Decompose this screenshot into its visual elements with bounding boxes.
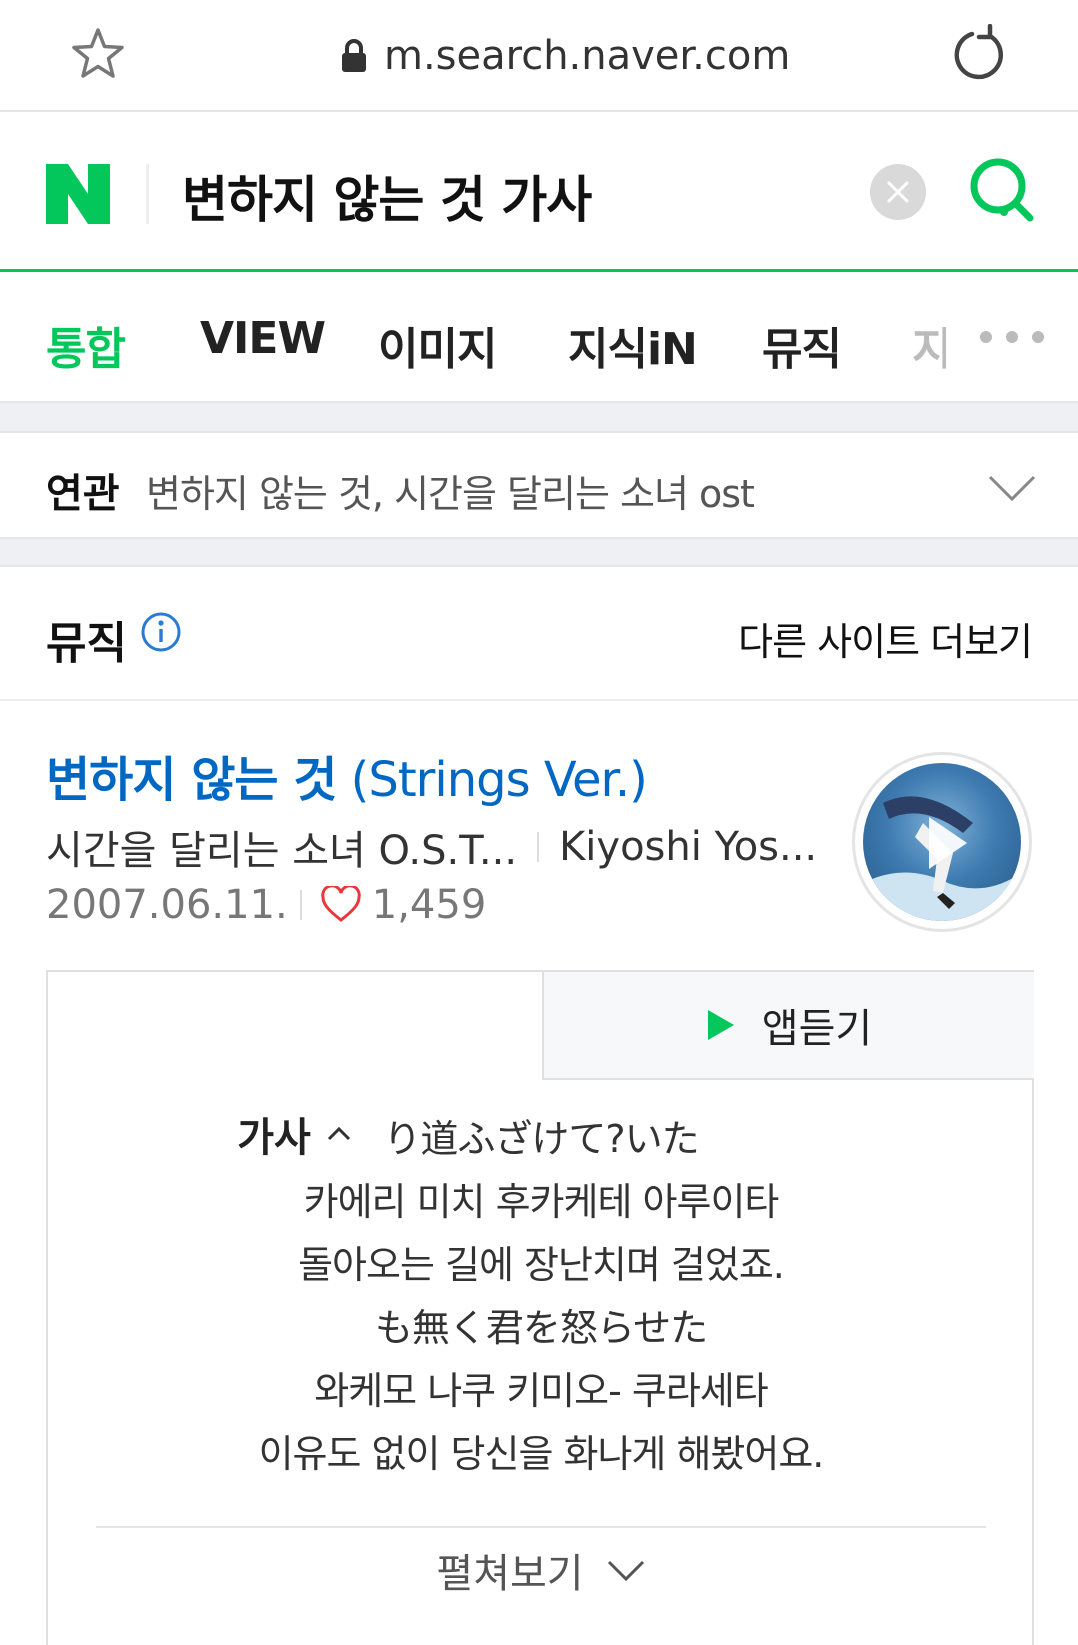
close-icon — [887, 181, 909, 203]
music-section-header: 뮤직 다른 사이트 더보기 — [0, 567, 1078, 701]
heart-icon[interactable] — [320, 886, 362, 924]
lock-icon — [342, 39, 366, 72]
related-label: 연관 — [46, 471, 120, 517]
chevron-down-icon[interactable] — [988, 467, 1036, 507]
reload-icon[interactable] — [950, 24, 1010, 84]
artist-name[interactable]: Kiyoshi Yos... — [559, 824, 817, 870]
more-dot-icon — [1006, 331, 1018, 343]
tab-view[interactable]: VIEW — [200, 313, 326, 364]
song-meta: 시간을 달리는 소녀 O.S.T... Kiyoshi Yos... — [46, 818, 817, 876]
tab-knowledge-in[interactable]: 지식iN — [568, 313, 698, 377]
play-icon — [707, 1010, 734, 1040]
related-text[interactable]: 변하지 않는 것, 시간을 달리는 소녀 ost — [146, 463, 755, 518]
song-title-version: (Strings Ver.) — [336, 752, 648, 808]
info-icon[interactable] — [140, 611, 182, 653]
album-cover-play-button[interactable] — [852, 752, 1032, 932]
section-gap — [0, 537, 1078, 567]
url-text: m.search.naver.com — [384, 33, 791, 79]
search-icon[interactable] — [966, 154, 1038, 226]
chevron-down-icon — [607, 1560, 644, 1582]
more-dot-icon — [980, 331, 992, 343]
section-gap — [0, 401, 1078, 433]
lyric-line: 카에리 미치 후카케테 아루이타 — [303, 1180, 780, 1224]
tab-music[interactable]: 뮤직 — [762, 313, 842, 377]
lyrics-text: り道ふざけて?いた 카에리 미치 후카케테 아루이타 돌아오는 길에 장난치며 … — [48, 1080, 1034, 1486]
expand-lyrics-button[interactable]: 펼쳐보기 — [48, 1540, 1034, 1600]
lyric-line: 이유도 없이 당신을 화나게 해봤어요. — [258, 1432, 825, 1476]
lyric-line: 돌아오는 길에 장난치며 걸었죠. — [298, 1243, 785, 1287]
more-sites-link[interactable]: 다른 사이트 더보기 — [738, 611, 1033, 666]
more-tabs-button[interactable] — [980, 331, 1044, 343]
like-count: 1,459 — [371, 882, 487, 928]
clear-search-button[interactable] — [870, 164, 926, 220]
naver-logo-icon[interactable] — [46, 164, 110, 224]
more-dot-icon — [1032, 331, 1044, 343]
tab-partial[interactable]: 지 — [912, 313, 946, 377]
bookmark-star-icon[interactable] — [70, 26, 126, 82]
song-title-main: 변하지 않는 것 — [46, 752, 337, 808]
expand-divider — [96, 1526, 986, 1528]
related-searches[interactable]: 연관 변하지 않는 것, 시간을 달리는 소녀 ost — [0, 433, 1078, 537]
browser-url-bar: m.search.naver.com — [0, 0, 1078, 112]
meta-separator — [537, 832, 540, 862]
music-section-title: 뮤직 — [46, 618, 127, 669]
album-name[interactable]: 시간을 달리는 소녀 O.S.T... — [46, 818, 517, 876]
meta-separator — [299, 890, 302, 920]
tab-integrated[interactable]: 통합 — [46, 313, 126, 377]
search-query[interactable]: 변하지 않는 것 가사 — [182, 160, 592, 232]
album-art — [863, 763, 1021, 921]
play-icon — [929, 817, 967, 869]
song-stats: 2007.06.11. 1,459 — [46, 882, 486, 928]
lyric-line: 와케모 나쿠 키미오- 쿠라세타 — [314, 1369, 768, 1413]
listen-tab-label: 앱듣기 — [761, 1006, 873, 1052]
address-field[interactable]: m.search.naver.com — [340, 28, 790, 84]
release-date: 2007.06.11. — [46, 882, 288, 928]
tab-images[interactable]: 이미지 — [378, 313, 497, 377]
song-title-link[interactable]: 변하지 않는 것 (Strings Ver.) — [46, 740, 648, 810]
tab-listen-app[interactable]: 앱듣기 — [542, 972, 1034, 1080]
search-tabs: 통합 VIEW 이미지 지식iN 뮤직 지 — [0, 275, 1078, 401]
search-header: 변하지 않는 것 가사 — [0, 112, 1078, 272]
lyric-line: も無く君を怒らせた — [374, 1306, 708, 1350]
header-divider — [146, 164, 149, 224]
lyrics-panel: 가사 앱듣기 り道ふざけて?いた 카에리 미치 후카케테 아루이타 돌아오는 길… — [46, 970, 1034, 1645]
lyric-line: り道ふざけて?いた — [383, 1117, 699, 1161]
expand-label: 펼쳐보기 — [436, 1551, 584, 1597]
